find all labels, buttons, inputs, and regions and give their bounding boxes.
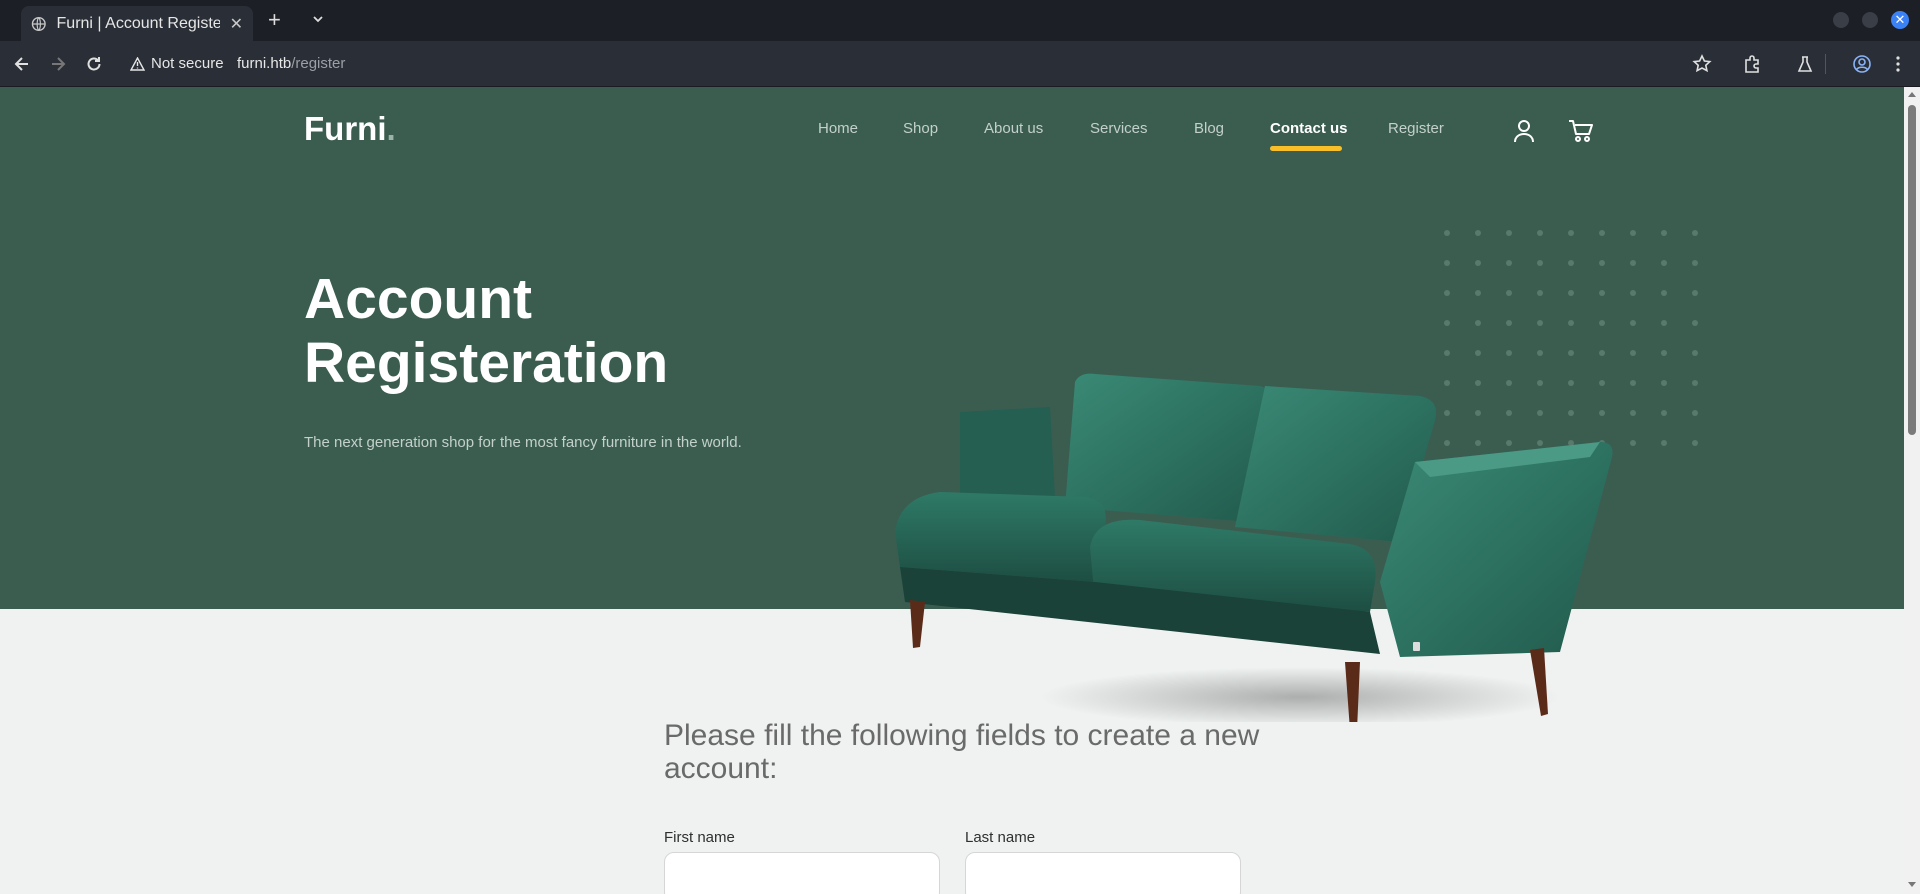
- url-host: furni.htb: [237, 55, 292, 72]
- decor-dot: [1661, 380, 1667, 386]
- close-tab-icon[interactable]: ✕: [230, 14, 243, 34]
- scroll-up-arrow[interactable]: [1908, 92, 1916, 97]
- decor-dot: [1692, 320, 1698, 326]
- logo-dot: .: [386, 110, 396, 147]
- decor-dot: [1568, 260, 1574, 266]
- chevron-down-icon[interactable]: [311, 12, 325, 26]
- nav-shop[interactable]: Shop: [903, 120, 938, 137]
- decor-dot: [1661, 410, 1667, 416]
- decor-dot: [1630, 380, 1636, 386]
- nav-blog[interactable]: Blog: [1194, 120, 1224, 137]
- url-text: furni.htb/register: [237, 55, 345, 72]
- decor-dot: [1661, 320, 1667, 326]
- decor-dot: [1599, 260, 1605, 266]
- reload-icon[interactable]: [84, 54, 104, 74]
- decor-dot: [1444, 230, 1450, 236]
- decor-dot: [1506, 260, 1512, 266]
- decor-dot: [1661, 440, 1667, 446]
- decor-dot: [1475, 230, 1481, 236]
- form-heading: Please fill the following fields to crea…: [664, 719, 1260, 785]
- back-icon[interactable]: [12, 54, 32, 74]
- globe-icon: [31, 16, 46, 31]
- security-indicator[interactable]: Not secure: [130, 55, 224, 72]
- user-icon[interactable]: [1511, 118, 1537, 144]
- decor-dot: [1661, 230, 1667, 236]
- decor-dot: [1692, 260, 1698, 266]
- decor-dot: [1537, 230, 1543, 236]
- decor-dot: [1692, 290, 1698, 296]
- lab-flask-icon[interactable]: [1795, 54, 1815, 74]
- decor-dot: [1630, 350, 1636, 356]
- first-name-field[interactable]: [664, 852, 940, 894]
- sofa-image: [895, 373, 1613, 722]
- browser-tab[interactable]: Furni | Account Registeration ✕: [21, 6, 253, 41]
- tab-title: Furni | Account Registeration: [56, 14, 220, 32]
- scroll-down-arrow[interactable]: [1908, 882, 1916, 887]
- browser-tab-bar: Furni | Account Registeration ✕ + ✕: [0, 0, 1920, 41]
- site-logo[interactable]: Furni.: [304, 110, 396, 148]
- toolbar-divider: [1825, 54, 1826, 74]
- nav-contact-us[interactable]: Contact us: [1270, 120, 1348, 137]
- scroll-thumb[interactable]: [1908, 105, 1916, 435]
- decor-dot: [1692, 380, 1698, 386]
- decor-dot: [1444, 260, 1450, 266]
- nav-home[interactable]: Home: [818, 120, 858, 137]
- decor-dot: [1661, 260, 1667, 266]
- decor-dot: [1692, 230, 1698, 236]
- nav-services[interactable]: Services: [1090, 120, 1148, 137]
- decor-dot: [1692, 440, 1698, 446]
- nav-register[interactable]: Register: [1388, 120, 1444, 137]
- window-close-button[interactable]: ✕: [1891, 11, 1909, 29]
- decor-dot: [1475, 260, 1481, 266]
- decor-dot: [1630, 320, 1636, 326]
- page-title: Account Registeration: [304, 267, 669, 395]
- warning-icon: [130, 56, 145, 71]
- decor-dot: [1630, 230, 1636, 236]
- cart-icon[interactable]: [1568, 118, 1594, 144]
- first-name-label: First name: [664, 829, 735, 846]
- decor-dot: [1568, 230, 1574, 236]
- decor-dot: [1661, 350, 1667, 356]
- profile-icon[interactable]: [1852, 54, 1872, 74]
- not-secure-label: Not secure: [151, 55, 224, 72]
- minimize-button[interactable]: [1833, 12, 1849, 28]
- menu-kebab-icon[interactable]: [1888, 54, 1908, 74]
- decor-dot: [1506, 230, 1512, 236]
- active-nav-underline: [1270, 146, 1342, 151]
- decor-dot: [1630, 260, 1636, 266]
- page-content: Furni. Home Shop About us Services Blog …: [0, 87, 1904, 894]
- nav-about-us[interactable]: About us: [984, 120, 1043, 137]
- decor-dot: [1630, 410, 1636, 416]
- decor-dot: [1692, 410, 1698, 416]
- decor-dot: [1692, 350, 1698, 356]
- decor-dot: [1537, 260, 1543, 266]
- last-name-label: Last name: [965, 829, 1036, 846]
- new-tab-button[interactable]: +: [268, 9, 281, 31]
- bookmark-star-icon[interactable]: [1692, 54, 1712, 74]
- decor-dot: [1661, 290, 1667, 296]
- forward-icon[interactable]: [48, 54, 68, 74]
- page-scrollbar[interactable]: [1904, 87, 1920, 894]
- extensions-icon[interactable]: [1742, 54, 1762, 74]
- decor-dot: [1599, 230, 1605, 236]
- url-path: /register: [291, 55, 346, 72]
- decor-dot: [1630, 290, 1636, 296]
- logo-text: Furni: [304, 110, 387, 147]
- decor-dot: [1630, 440, 1636, 446]
- browser-toolbar: Not secure furni.htb/register: [0, 41, 1920, 87]
- address-bar[interactable]: Not secure furni.htb/register: [120, 47, 1720, 81]
- maximize-button[interactable]: [1862, 12, 1878, 28]
- last-name-field[interactable]: [965, 852, 1241, 894]
- hero-subtitle: The next generation shop for the most fa…: [304, 434, 742, 451]
